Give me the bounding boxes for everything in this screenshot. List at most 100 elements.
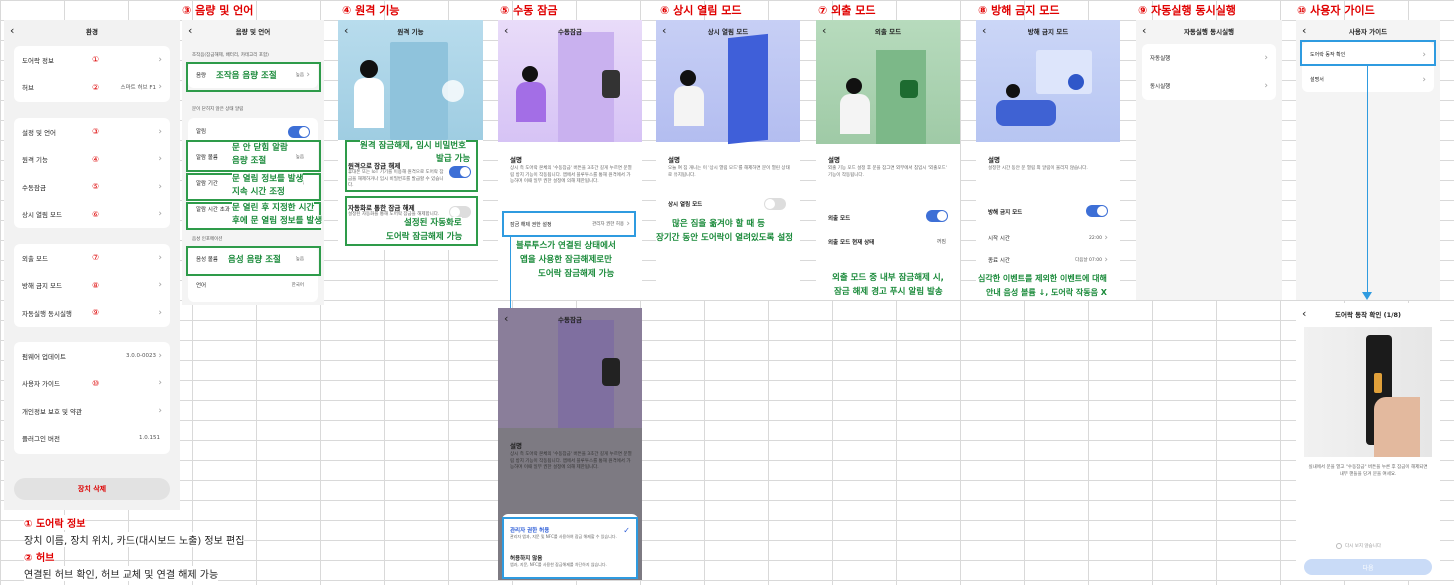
settings-item-remote[interactable]: 원격 기능 ④ › [14, 146, 170, 174]
settings-item-language[interactable]: 설정 및 언어 ③ › [14, 118, 170, 146]
manual-desc: 상시 측 도어락 본체의 '수동잠금' 버튼을 3초간 길게 누르면 문열림 방… [510, 166, 632, 184]
back-icon[interactable]: ‹ [1142, 24, 1146, 37]
always-open-desc: 오늘 여 짐 개니는 이 '상시 열림 모드'를 해제하면 문이 열린 상태로 … [668, 166, 790, 178]
away-topbar: ‹ 외출 모드 [816, 20, 960, 42]
auto-run-item[interactable]: 자동실행 › [1142, 44, 1276, 72]
back-icon[interactable]: ‹ [1302, 307, 1306, 320]
note-timeout-2: 후에 문 열림 정보를 발생 [232, 215, 323, 228]
note-voice: 음성 음량 조절 [228, 255, 281, 265]
delete-device-button[interactable]: 장치 삭제 [14, 478, 170, 500]
item-number: ⑨ [92, 308, 100, 318]
row-value: 22:00 [1089, 235, 1102, 241]
item-label: 동시실행 [1150, 84, 1171, 90]
footnote-1-title: ① 도어락 정보 [24, 515, 86, 530]
settings-card-2: 설정 및 언어 ③ › 원격 기능 ④ › 수동잠금 ⑤ › 상시 열림 모드 ⑥ › [14, 118, 170, 228]
header-volume: ③ 음량 및 언어 [182, 4, 254, 17]
header-auto: ⑨ 자동실행 동시실행 [1138, 4, 1236, 17]
item-number: ⑤ [92, 182, 100, 192]
chevron-right-icon: › [158, 405, 162, 416]
header-always-open: ⑥ 상시 열림 모드 [660, 4, 742, 17]
settings-item-doorlock-info[interactable]: 도어락 정보 ① › [14, 46, 170, 74]
settings-item-away[interactable]: 외출 모드 ⑦ › [14, 244, 170, 272]
remote-topbar: ‹ 원격 기능 [338, 20, 483, 42]
dnd-toggle[interactable] [1086, 205, 1108, 217]
chevron-right-icon: › [158, 378, 162, 389]
back-icon[interactable]: ‹ [504, 24, 508, 37]
auto-title: 자동실행 동시실행 [1183, 28, 1235, 36]
settings-item-always-open[interactable]: 상시 열림 모드 ⑥ › [14, 201, 170, 229]
row-value: 다음날 07:00 [1075, 258, 1102, 263]
away-desc: 외출 기능 모드 설정 후 문을 잠그면 외부에서 침입시 '외출모드' 기능이… [828, 166, 947, 178]
item-number: ⑧ [92, 280, 100, 290]
row-value: 한국어 [291, 283, 304, 288]
item-label: 수동잠금 [22, 183, 46, 192]
simultaneous-run-item[interactable]: 동시실행 › [1142, 72, 1276, 100]
dnd-title: 방해 금지 모드 [1027, 28, 1069, 36]
settings-card-1: 도어락 정보 ① › 허브 ② 스마트 허브 F1 › [14, 46, 170, 102]
always-open-topbar: ‹ 상시 열림 모드 [656, 20, 800, 42]
dnd-row-label: 방해 금지 모드 [988, 210, 1023, 216]
always-open-title: 상시 열림 모드 [707, 28, 749, 36]
back-icon[interactable]: ‹ [504, 312, 508, 325]
item-label: 개인정보 보호 및 약관 [22, 407, 83, 416]
note-remote-4: 도어락 잠금해제 가능 [386, 231, 463, 244]
note-time-1: 문 열림 정보를 발생 [232, 173, 304, 186]
guide-detail-screen: ‹ 도어락 동작 확인 (1/8) 실내에서 문을 열고 "수동잠금" 버튼을 누… [1296, 303, 1440, 580]
chevron-right-icon: › [158, 350, 162, 361]
item-label: 상시 열림 모드 [22, 211, 63, 220]
note-time-2: 지속 시간 조정 [232, 186, 285, 199]
next-button[interactable]: 다음 [1304, 559, 1432, 575]
away-toggle[interactable] [926, 210, 948, 222]
item-number: ⑩ [92, 378, 100, 388]
settings-card-4: 펌웨어 업데이트 3.0.0-0023 › 사용자 가이드 ⑩ › 개인정보 보호 및 … [14, 342, 170, 454]
always-open-row-label: 상시 열림 모드 [668, 202, 703, 208]
dont-show-checkbox[interactable]: 다시 보지 않습니다 [1336, 543, 1381, 549]
item-number: ⑥ [92, 209, 100, 219]
back-icon[interactable]: ‹ [188, 24, 192, 37]
settings-item-hub[interactable]: 허브 ② 스마트 허브 F1 › [14, 74, 170, 102]
connector-line-guide [1367, 66, 1368, 298]
note-manual-2: 앱을 사용한 잠금해제로만 [520, 255, 612, 265]
footnote-1-body: 장치 이름, 장치 위치, 카드(대시보드 노출) 정보 편집 [24, 532, 245, 547]
row-label: 종료 시간 [988, 258, 1010, 264]
guide-item-manual[interactable]: 설명서 › [1302, 67, 1434, 92]
back-icon[interactable]: ‹ [10, 24, 14, 37]
away-row-label: 외출 모드 [828, 216, 851, 222]
item-number: ③ [92, 127, 100, 137]
header-away: ⑦ 외출 모드 [818, 4, 876, 17]
note-alarm-2: 음량 조절 [232, 155, 267, 168]
chevron-right-icon: › [158, 54, 162, 65]
plugin-version: 1.0.151 [139, 435, 160, 442]
item-number: ④ [92, 154, 100, 164]
settings-item-auto[interactable]: 자동실행 동시실행 ⑨ › [14, 299, 170, 327]
arrow-down-icon [1362, 292, 1372, 300]
note-alarm-1: 문 안 닫힘 알람 [232, 142, 288, 155]
away-status-value: 꺼짐 [936, 239, 946, 245]
footnote-2-body: 연결된 허브 확인, 허브 교체 및 연결 해제 가능 [24, 566, 219, 581]
guide-title: 사용자 가이드 [1348, 28, 1388, 36]
always-open-screen: ‹ 상시 열림 모드 설명 오늘 여 짐 개니는 이 '상시 열림 모드'를 해제… [656, 20, 800, 300]
back-icon[interactable]: ‹ [344, 24, 348, 37]
chevron-right-icon: › [158, 181, 162, 192]
always-open-toggle[interactable] [764, 198, 786, 210]
settings-item-dnd[interactable]: 방해 금지 모드 ⑧ › [14, 272, 170, 300]
dnd-end-row[interactable]: 종료 시간 다음날 07:00 › [980, 250, 1116, 270]
chevron-right-icon: › [158, 126, 162, 137]
back-icon[interactable]: ‹ [822, 24, 826, 37]
settings-item-guide[interactable]: 사용자 가이드 ⑩ › [14, 370, 170, 398]
back-icon[interactable]: ‹ [1302, 24, 1306, 37]
chevron-right-icon: › [158, 82, 162, 93]
alert-toggle[interactable] [288, 126, 310, 138]
back-icon[interactable]: ‹ [982, 24, 986, 37]
note-remote-1: 원격 잠금해제, 임시 비밀번호 [360, 140, 466, 153]
settings-item-manual-lock[interactable]: 수동잠금 ⑤ › [14, 173, 170, 201]
dnd-start-row[interactable]: 시작 시간 22:00 › [980, 228, 1116, 248]
note-always-2: 장기간 동안 도어락이 열려있도록 설정 [656, 233, 793, 243]
auto-screen: ‹ 자동실행 동시실행 자동실행 › 동시실행 › [1136, 20, 1282, 300]
chevron-right-icon: › [158, 280, 162, 291]
settings-item-privacy[interactable]: 개인정보 보호 및 약관 › [14, 397, 170, 425]
manual-desc-title: 설명 [510, 156, 522, 164]
settings-item-firmware[interactable]: 펌웨어 업데이트 3.0.0-0023 › [14, 342, 170, 370]
highlight-guide-check [1300, 40, 1436, 66]
back-icon[interactable]: ‹ [662, 24, 666, 37]
